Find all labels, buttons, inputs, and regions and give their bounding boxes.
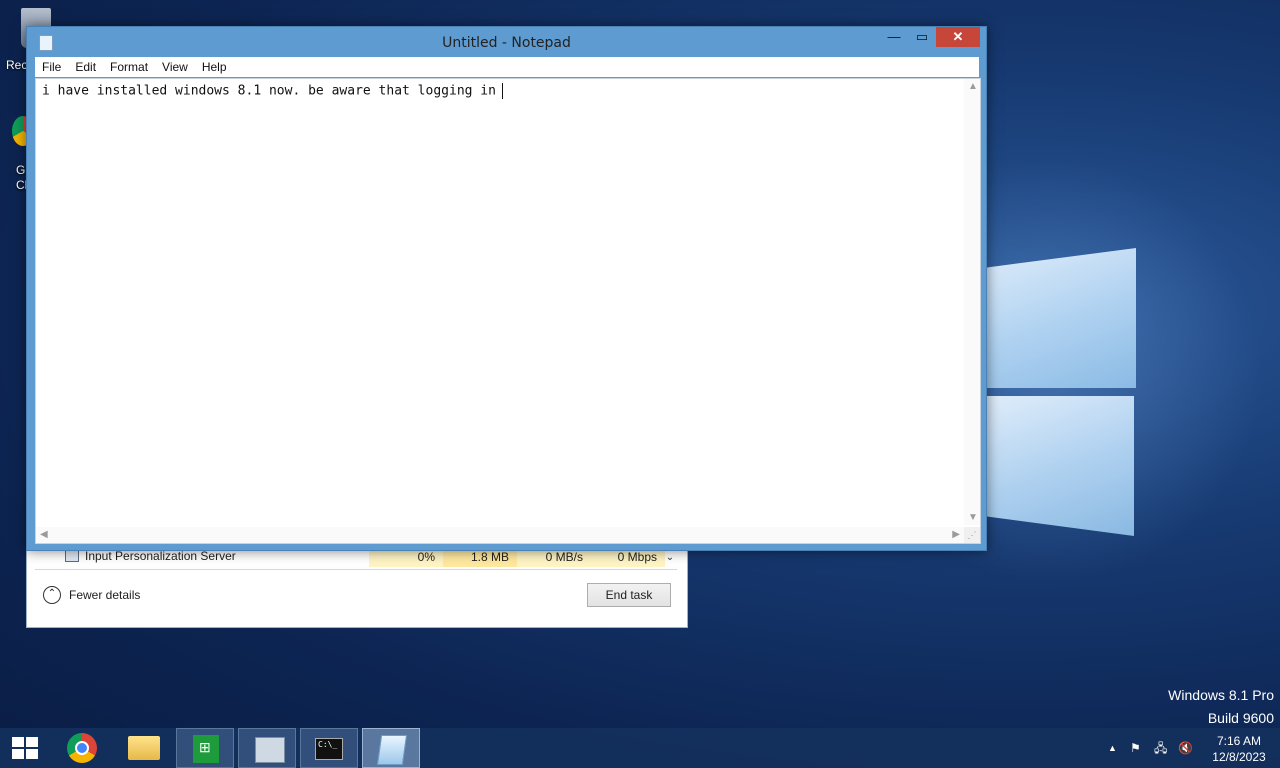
windows-start-icon: [12, 737, 38, 759]
fewer-details-label: Fewer details: [69, 588, 141, 602]
document-text: i have installed windows 8.1 now. be awa…: [42, 83, 496, 99]
watermark-edition: Windows 8.1 Pro: [1168, 687, 1274, 703]
end-task-button[interactable]: End task: [587, 583, 671, 607]
wallpaper-logo-pane-bottom: [986, 396, 1134, 536]
windows-watermark: Windows 8.1 Pro Build 9600: [1168, 684, 1274, 730]
start-button[interactable]: [0, 728, 58, 768]
taskbar-command-prompt[interactable]: C:\_: [300, 728, 358, 768]
watermark-build: Build 9600: [1207, 710, 1274, 726]
process-name: Input Personalization Server: [85, 549, 236, 563]
vertical-scrollbar[interactable]: ▲ ▼: [964, 79, 980, 525]
command-prompt-icon: C:\_: [315, 738, 343, 760]
system-clock[interactable]: 7:16 AM 12/8/2023: [1204, 733, 1274, 765]
chevron-down-icon[interactable]: ⌄: [663, 549, 677, 567]
taskbar-store[interactable]: [176, 728, 234, 768]
horizontal-scrollbar[interactable]: ◀ ▶: [36, 527, 964, 543]
text-editor-area[interactable]: i have installed windows 8.1 now. be awa…: [35, 78, 981, 544]
menu-view[interactable]: View: [155, 60, 195, 74]
scroll-right-icon[interactable]: ▶: [952, 529, 960, 540]
menu-file[interactable]: File: [35, 60, 68, 74]
menu-help[interactable]: Help: [195, 60, 234, 74]
taskbar-performance-monitor[interactable]: [238, 728, 296, 768]
scroll-up-icon[interactable]: ▲: [968, 81, 978, 92]
wallpaper-logo-pane-top: [986, 248, 1136, 388]
menu-format[interactable]: Format: [103, 60, 155, 74]
taskbar: C:\_ ▲ ⚑ 🖧 🔇 7:16 AM 12/8/2023: [0, 728, 1280, 768]
divider: [35, 569, 677, 570]
performance-monitor-icon: [255, 737, 285, 763]
file-explorer-icon: [128, 736, 160, 760]
notepad-window: Untitled - Notepad — ▭ ✕ File Edit Forma…: [26, 26, 987, 551]
menu-edit[interactable]: Edit: [68, 60, 103, 74]
clock-date: 12/8/2023: [1212, 750, 1266, 764]
network-icon[interactable]: 🖧: [1154, 728, 1167, 768]
window-title: Untitled - Notepad: [442, 35, 571, 51]
action-center-flag-icon[interactable]: ⚑: [1130, 728, 1141, 768]
recycle-bin-label: Rec: [6, 58, 28, 72]
scroll-down-icon[interactable]: ▼: [968, 512, 978, 523]
taskbar-file-explorer[interactable]: [114, 728, 172, 768]
show-hidden-icons-icon[interactable]: ▲: [1108, 728, 1117, 768]
clock-time: 7:16 AM: [1216, 734, 1262, 748]
scroll-left-icon[interactable]: ◀: [40, 529, 48, 540]
taskbar-notepad[interactable]: [362, 728, 420, 768]
chrome-icon: [67, 733, 97, 763]
maximize-button[interactable]: ▭: [909, 27, 935, 47]
taskbar-chrome[interactable]: [52, 728, 110, 768]
close-button[interactable]: ✕: [936, 27, 980, 47]
menu-bar: File Edit Format View Help: [35, 57, 979, 77]
resize-grip-icon[interactable]: ⋰: [964, 527, 980, 543]
process-icon: [65, 550, 79, 562]
minimize-button[interactable]: —: [881, 27, 907, 47]
text-caret: [501, 83, 503, 99]
notepad-icon: [376, 735, 408, 765]
volume-muted-icon[interactable]: 🔇: [1178, 728, 1193, 768]
fewer-details-button[interactable]: ⌃ Fewer details: [43, 586, 140, 604]
title-bar[interactable]: Untitled - Notepad — ▭ ✕: [27, 27, 986, 57]
chevron-up-icon: ⌃: [43, 586, 61, 604]
store-icon: [193, 735, 219, 763]
